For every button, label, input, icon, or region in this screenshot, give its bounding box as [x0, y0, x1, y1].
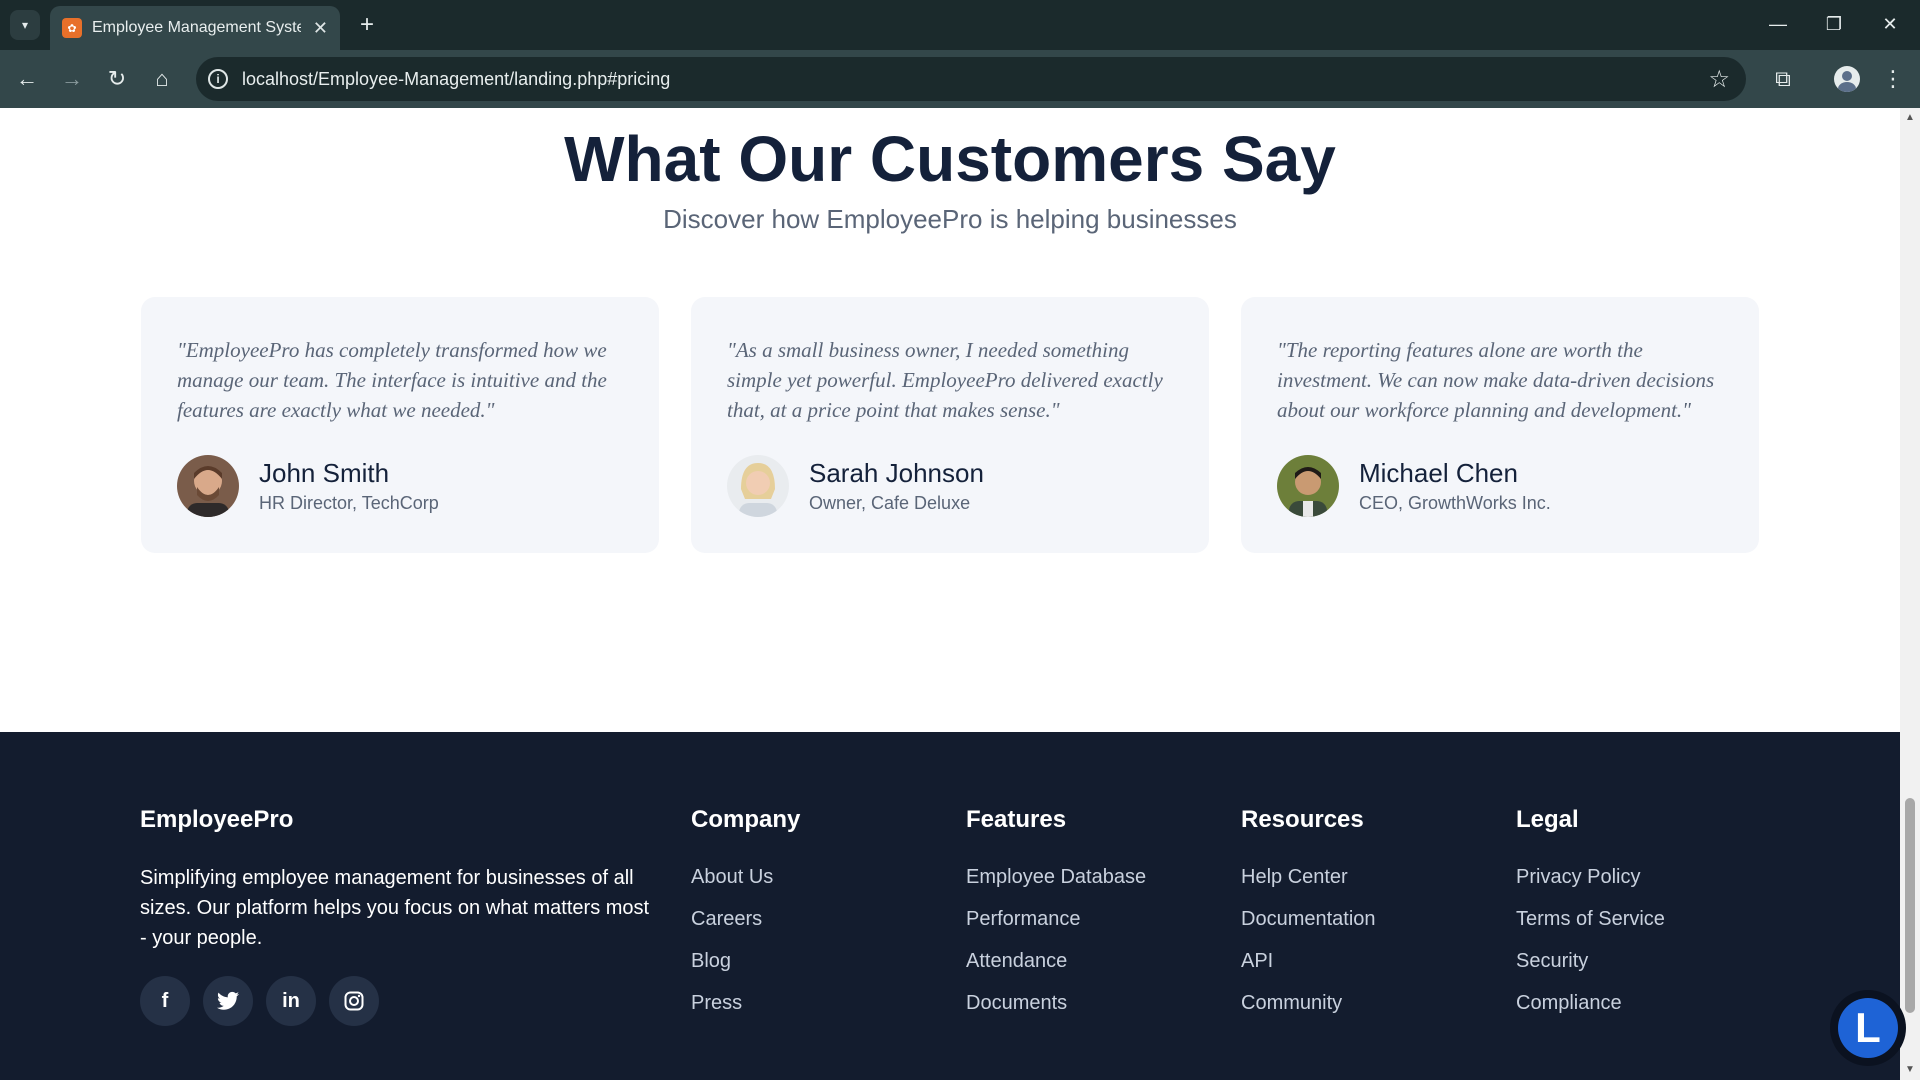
testimonial-author: Sarah Johnson Owner, Cafe Deluxe — [727, 455, 1173, 517]
reload-icon[interactable]: ↻ — [100, 62, 134, 96]
close-window-icon[interactable]: ✕ — [1870, 8, 1910, 40]
testimonial-quote: "The reporting features alone are worth … — [1277, 338, 1715, 422]
profile-avatar-icon[interactable] — [1834, 66, 1860, 92]
footer-link[interactable]: API — [1241, 940, 1376, 982]
url-text[interactable]: localhost/Employee-Management/landing.ph… — [242, 69, 670, 90]
forward-icon[interactable]: → — [55, 62, 89, 96]
footer-link[interactable]: Employee Database — [966, 856, 1146, 898]
footer-column-legal: Legal Privacy Policy Terms of Service Se… — [1516, 806, 1665, 1024]
social-links: f in — [140, 976, 379, 1026]
linkedin-icon[interactable]: in — [266, 976, 316, 1026]
address-bar[interactable]: i localhost/Employee-Management/landing.… — [196, 57, 1746, 101]
footer-link[interactable]: Compliance — [1516, 982, 1665, 1024]
twitter-icon[interactable] — [203, 976, 253, 1026]
footer-link[interactable]: Press — [691, 982, 800, 1024]
author-name: John Smith — [259, 458, 390, 488]
column-heading: Legal — [1516, 806, 1579, 833]
footer-link[interactable]: Blog — [691, 940, 800, 982]
testimonial-card: "EmployeePro has completely transformed … — [141, 297, 659, 553]
column-heading: Features — [966, 806, 1067, 833]
tab-title: Employee Management System — [92, 19, 301, 36]
close-tab-icon[interactable]: ✕ — [313, 18, 328, 39]
site-footer: EmployeePro Simplifying employee managem… — [0, 732, 1900, 1080]
author-role: HR Director, TechCorp — [259, 493, 439, 513]
testimonial-author: John Smith HR Director, TechCorp — [177, 455, 623, 517]
testimonial-card: "As a small business owner, I needed som… — [691, 297, 1209, 553]
avatar — [177, 455, 239, 517]
footer-link[interactable]: Community — [1241, 982, 1376, 1024]
footer-link[interactable]: Security — [1516, 940, 1665, 982]
testimonial-quote: "As a small business owner, I needed som… — [727, 338, 1163, 422]
assistant-logo-icon: L — [1838, 998, 1898, 1058]
scroll-down-arrow-icon[interactable]: ▼ — [1904, 1064, 1916, 1076]
footer-link[interactable]: Careers — [691, 898, 800, 940]
floating-assistant-button[interactable]: L — [1830, 990, 1906, 1066]
home-icon[interactable]: ⌂ — [145, 62, 179, 96]
extensions-icon[interactable]: ⧉ — [1766, 62, 1800, 96]
page-scrollbar[interactable]: ▲ ▼ — [1900, 108, 1920, 1080]
minimize-icon[interactable]: — — [1758, 8, 1798, 40]
browser-tab[interactable]: ✿ Employee Management System ✕ — [50, 6, 340, 50]
facebook-icon[interactable]: f — [140, 976, 190, 1026]
more-menu-icon[interactable]: ⋮ — [1880, 62, 1906, 96]
testimonials-title: What Our Customers Say — [564, 123, 1336, 195]
footer-tagline: Simplifying employee management for busi… — [140, 867, 650, 949]
page-viewport: What Our Customers Say Discover how Empl… — [0, 108, 1900, 1080]
back-icon[interactable]: ← — [10, 62, 44, 96]
footer-link[interactable]: Documentation — [1241, 898, 1376, 940]
avatar — [1277, 455, 1339, 517]
testimonial-quote: "EmployeePro has completely transformed … — [177, 338, 607, 422]
author-role: Owner, Cafe Deluxe — [809, 493, 971, 513]
restore-icon[interactable]: ❐ — [1814, 8, 1854, 40]
column-heading: Resources — [1241, 806, 1364, 833]
scroll-up-arrow-icon[interactable]: ▲ — [1904, 112, 1916, 124]
scroll-thumb[interactable] — [1905, 798, 1915, 1013]
footer-link[interactable]: Attendance — [966, 940, 1146, 982]
footer-column-resources: Resources Help Center Documentation API … — [1241, 806, 1376, 1024]
xampp-favicon-icon: ✿ — [62, 18, 82, 38]
testimonial-card: "The reporting features alone are worth … — [1241, 297, 1759, 553]
author-name: Michael Chen — [1359, 458, 1518, 488]
column-heading: Company — [691, 806, 801, 833]
footer-link[interactable]: Help Center — [1241, 856, 1376, 898]
bookmark-star-icon[interactable]: ☆ — [1708, 65, 1730, 94]
footer-link[interactable]: Privacy Policy — [1516, 856, 1665, 898]
browser-tab-bar: ▾ ✿ Employee Management System ✕ + — ❐ ✕ — [0, 0, 1920, 50]
instagram-icon[interactable] — [329, 976, 379, 1026]
author-role: CEO, GrowthWorks Inc. — [1359, 493, 1551, 513]
footer-link[interactable]: Performance — [966, 898, 1146, 940]
avatar — [727, 455, 789, 517]
footer-link[interactable]: Documents — [966, 982, 1146, 1024]
footer-link[interactable]: About Us — [691, 856, 800, 898]
testimonials-subtitle: Discover how EmployeePro is helping busi… — [663, 204, 1237, 234]
footer-column-features: Features Employee Database Performance A… — [966, 806, 1146, 1024]
footer-column-company: Company About Us Careers Blog Press — [691, 806, 800, 1024]
tab-search-icon[interactable]: ▾ — [10, 10, 40, 40]
browser-toolbar: ← → ↻ ⌂ i localhost/Employee-Management/… — [0, 50, 1920, 108]
site-info-icon[interactable]: i — [208, 69, 228, 89]
testimonial-author: Michael Chen CEO, GrowthWorks Inc. — [1277, 455, 1723, 517]
new-tab-icon[interactable]: + — [352, 10, 382, 40]
author-name: Sarah Johnson — [809, 458, 984, 488]
footer-brand: EmployeePro — [140, 806, 294, 833]
footer-link[interactable]: Terms of Service — [1516, 898, 1665, 940]
